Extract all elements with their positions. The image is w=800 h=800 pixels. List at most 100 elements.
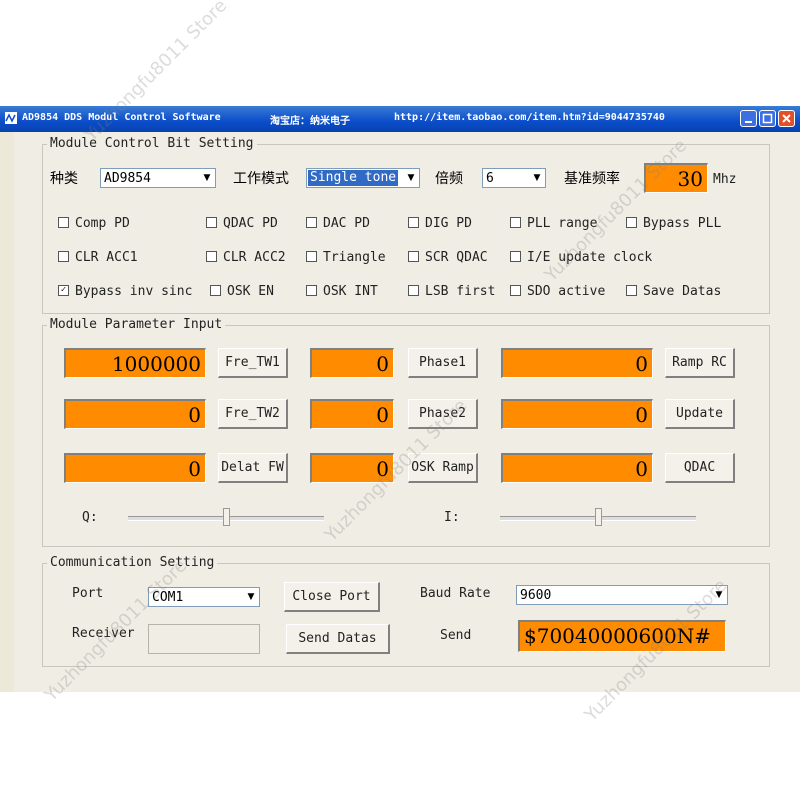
chevron-down-icon: ▼ [244,589,258,605]
delat-fw-field[interactable]: 0 [64,453,206,483]
fre-tw1-value: 1000000 [111,352,201,376]
osk-ramp-field[interactable]: 0 [310,453,394,483]
osk-ramp-button[interactable]: OSK Ramp [408,453,478,483]
send-label: Send [440,628,472,643]
checkbox-box[interactable] [210,285,221,296]
checkbox-osk-en[interactable]: OSK EN [210,284,274,299]
type-select[interactable]: AD9854 ▼ [100,168,216,188]
checkbox-label: DIG PD [425,216,472,231]
shop-label: 淘宝店：纳米电子 [270,116,350,127]
checkbox-pll-range[interactable]: PLL range [510,216,597,231]
title-bar[interactable]: AD9854 DDS Modul Control Software 淘宝店：纳米… [0,106,800,132]
minimize-button[interactable] [740,110,757,127]
i-slider-thumb[interactable] [594,508,602,526]
i-slider-label: I: [444,510,460,525]
fre-tw2-value: 0 [188,403,201,427]
phase1-field[interactable]: 0 [310,348,394,378]
ramp-rc-button[interactable]: Ramp RC [665,348,735,378]
checkbox-clr-acc1[interactable]: CLR ACC1 [58,250,138,265]
close-port-button[interactable]: Close Port [284,582,380,612]
update-value: 0 [635,403,648,427]
checkbox-box[interactable] [306,251,317,262]
checkbox-dig-pd[interactable]: DIG PD [408,216,472,231]
phase2-value: 0 [376,403,389,427]
checkbox-triangle[interactable]: Triangle [306,250,386,265]
checkbox-box[interactable] [306,285,317,296]
baud-rate-select[interactable]: 9600 ▼ [516,585,728,605]
checkbox-box[interactable] [510,251,521,262]
mode-select-value: Single tone [308,170,399,186]
checkbox-save-datas[interactable]: Save Datas [626,284,721,299]
checkbox-label: Triangle [323,250,386,265]
checkbox-label: LSB first [425,284,496,299]
phase1-button[interactable]: Phase1 [408,348,478,378]
qdac-button[interactable]: QDAC [665,453,735,483]
checkbox-dac-pd[interactable]: DAC PD [306,216,370,231]
delat-fw-button[interactable]: Delat FW [218,453,288,483]
checkbox-lsb-first[interactable]: LSB first [408,284,495,299]
qdac-field[interactable]: 0 [501,453,653,483]
checkbox-box-checked[interactable]: ✓ [58,285,69,296]
checkbox-box[interactable] [206,251,217,262]
checkbox-clr-acc2[interactable]: CLR ACC2 [206,250,286,265]
send-field[interactable]: $70040000600N# [518,620,726,652]
port-select[interactable]: COM1 ▼ [148,587,260,607]
osk-ramp-value: 0 [376,457,389,481]
phase1-value: 0 [376,352,389,376]
checkbox-sdo-active[interactable]: SDO active [510,284,605,299]
checkbox-box[interactable] [408,251,419,262]
ramp-rc-value: 0 [635,352,648,376]
fre-tw2-field[interactable]: 0 [64,399,206,429]
type-label: 种类 [50,171,78,187]
shop-url: http://item.taobao.com/item.htm?id=90447… [394,112,665,123]
checkbox-box[interactable] [58,217,69,228]
checkbox-osk-int[interactable]: OSK INT [306,284,378,299]
port-select-value: COM1 [152,590,184,605]
checkbox-box[interactable] [510,285,521,296]
checkbox-box[interactable] [408,285,419,296]
checkbox-scr-qdac[interactable]: SCR QDAC [408,250,488,265]
receiver-field[interactable] [148,624,260,654]
checkbox-bypass-inv-sinc[interactable]: ✓ Bypass inv sinc [58,284,192,299]
checkbox-label: Bypass inv sinc [75,284,193,299]
checkbox-box[interactable] [626,285,637,296]
checkbox-bypass-pll[interactable]: Bypass PLL [626,216,721,231]
checkbox-label: QDAC PD [223,216,278,231]
close-button[interactable] [778,110,795,127]
update-button[interactable]: Update [665,399,735,429]
checkbox-label: Bypass PLL [643,216,722,231]
delat-fw-value: 0 [188,457,201,481]
ref-freq-field[interactable]: 30 [644,163,708,193]
checkbox-box[interactable] [306,217,317,228]
ref-freq-unit: Mhz [713,172,737,187]
maximize-button[interactable] [759,110,776,127]
checkbox-box[interactable] [206,217,217,228]
chevron-down-icon: ▼ [200,170,214,186]
multiplier-select[interactable]: 6 ▼ [482,168,546,188]
ref-freq-label: 基准频率 [564,171,620,187]
q-slider-label: Q: [82,510,98,525]
mode-select[interactable]: Single tone ▼ [306,168,420,188]
checkbox-ie-update-clock[interactable]: I/E update clock [510,250,652,265]
baud-rate-label: Baud Rate [420,586,491,601]
fre-tw2-button[interactable]: Fre_TW2 [218,399,288,429]
parameter-group-title: Module Parameter Input [47,317,226,332]
update-field[interactable]: 0 [501,399,653,429]
fre-tw1-button[interactable]: Fre_TW1 [218,348,288,378]
fre-tw1-field[interactable]: 1000000 [64,348,206,378]
app-window: AD9854 DDS Modul Control Software 淘宝店：纳米… [0,106,800,692]
ramp-rc-field[interactable]: 0 [501,348,653,378]
checkbox-box[interactable] [626,217,637,228]
checkbox-box[interactable] [58,251,69,262]
phase2-field[interactable]: 0 [310,399,394,429]
send-datas-button[interactable]: Send Datas [286,624,390,654]
checkbox-comp-pd[interactable]: Comp PD [58,216,130,231]
checkbox-qdac-pd[interactable]: QDAC PD [206,216,278,231]
phase2-button[interactable]: Phase2 [408,399,478,429]
checkbox-box[interactable] [510,217,521,228]
q-slider-thumb[interactable] [222,508,230,526]
close-icon [782,114,791,123]
checkbox-label: Save Datas [643,284,722,299]
checkbox-box[interactable] [408,217,419,228]
checkbox-label: OSK EN [227,284,274,299]
